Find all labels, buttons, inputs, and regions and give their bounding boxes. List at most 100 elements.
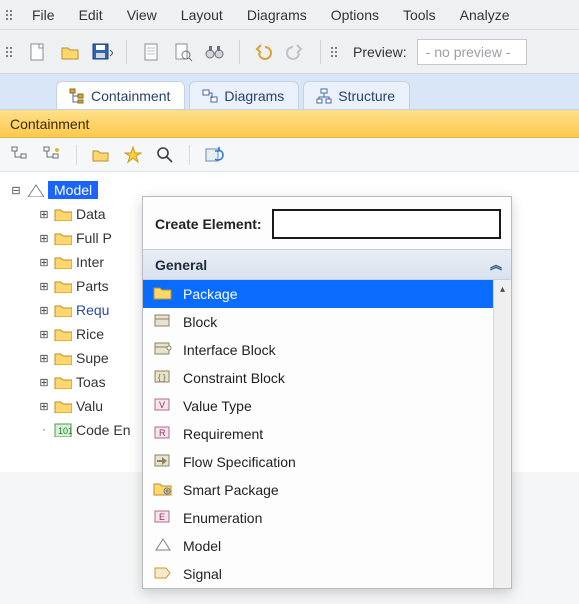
new-file-button[interactable]: [24, 38, 52, 66]
menu-tools[interactable]: Tools: [391, 3, 448, 27]
element-label: Flow Specification: [183, 454, 296, 470]
element-option-block[interactable]: Block: [143, 308, 493, 336]
spkg-icon: [153, 481, 173, 499]
tab-structure[interactable]: Structure: [303, 81, 410, 109]
model-icon: [153, 537, 173, 555]
expand-icon[interactable]: ⊞: [38, 208, 50, 221]
svg-text:101: 101: [58, 426, 72, 436]
tabs: Containment Diagrams Structure: [0, 74, 579, 110]
grip-icon: [331, 47, 337, 57]
tab-diagrams[interactable]: Diagrams: [189, 81, 299, 109]
svg-text:V: V: [159, 400, 165, 410]
code-icon: 101: [54, 423, 72, 437]
enum-icon: E: [153, 509, 173, 527]
element-option-cblock[interactable]: { } Constraint Block: [143, 364, 493, 392]
element-option-signal[interactable]: Signal: [143, 560, 493, 588]
panel-title: Containment: [0, 110, 579, 138]
model-icon: [26, 183, 44, 197]
tree-label: Code En: [76, 422, 130, 438]
filter-button[interactable]: [40, 143, 64, 167]
req-icon: R: [153, 425, 173, 443]
element-option-enum[interactable]: EEnumeration: [143, 504, 493, 532]
element-option-vtype[interactable]: VValue Type: [143, 392, 493, 420]
page-button[interactable]: [137, 38, 165, 66]
menu-file[interactable]: File: [20, 3, 67, 27]
svg-text:E: E: [159, 512, 165, 522]
element-option-flow[interactable]: Flow Specification: [143, 448, 493, 476]
tab-label: Diagrams: [224, 88, 284, 104]
create-element-popup: Create Element: General ︽ Package Block In…: [142, 196, 512, 589]
open-button[interactable]: [56, 38, 84, 66]
expand-icon[interactable]: ⊞: [38, 256, 50, 269]
separator: [320, 40, 321, 64]
collapse-all-button[interactable]: [8, 143, 32, 167]
folder-icon: [54, 207, 72, 221]
tab-label: Structure: [338, 88, 395, 104]
expand-icon[interactable]: ⊞: [38, 400, 50, 413]
preview-field[interactable]: - no preview -: [417, 39, 527, 65]
element-option-iblock[interactable]: Interface Block: [143, 336, 493, 364]
expand-icon[interactable]: ⊞: [38, 280, 50, 293]
tree-label: Parts: [76, 278, 109, 294]
refresh-button[interactable]: [202, 143, 226, 167]
structure-icon: [316, 88, 332, 104]
folder-icon: [54, 279, 72, 293]
favorite-button[interactable]: [121, 143, 145, 167]
save-button[interactable]: [88, 38, 116, 66]
expand-icon[interactable]: ⊞: [38, 328, 50, 341]
signal-icon: [153, 565, 173, 583]
search-button[interactable]: [153, 143, 177, 167]
open-folder-button[interactable]: [89, 143, 113, 167]
menu-analyze[interactable]: Analyze: [448, 3, 522, 27]
binoculars-button[interactable]: [201, 38, 229, 66]
category-header[interactable]: General ︽: [143, 249, 511, 280]
page-search-button[interactable]: [169, 38, 197, 66]
menu-options[interactable]: Options: [319, 3, 391, 27]
tree-label: Toas: [76, 374, 106, 390]
element-label: Constraint Block: [183, 370, 285, 386]
menu-edit[interactable]: Edit: [67, 3, 115, 27]
expand-icon[interactable]: ⊞: [38, 376, 50, 389]
element-label: Interface Block: [183, 342, 276, 358]
grip-icon: [6, 47, 12, 57]
element-option-spkg[interactable]: Smart Package: [143, 476, 493, 504]
element-option-req[interactable]: R Requirement: [143, 420, 493, 448]
diagram-icon: [202, 88, 218, 104]
separator: [126, 40, 127, 64]
element-option-package[interactable]: Package: [143, 280, 493, 308]
separator: [189, 145, 190, 165]
vtype-icon: V: [153, 397, 173, 415]
expand-icon[interactable]: ⊞: [38, 232, 50, 245]
tree-label: Data: [76, 206, 106, 222]
folder-icon: [54, 399, 72, 413]
create-element-input[interactable]: [272, 209, 501, 239]
menu-layout[interactable]: Layout: [169, 3, 235, 27]
folder-icon: [54, 231, 72, 245]
collapse-icon[interactable]: ⊟: [10, 184, 22, 197]
flow-icon: [153, 453, 173, 471]
element-label: Requirement: [183, 426, 263, 442]
grip-icon: [6, 10, 12, 20]
package-icon: [153, 285, 173, 303]
create-element-label: Create Element:: [155, 216, 262, 232]
scroll-up-icon[interactable]: ▴: [494, 280, 511, 298]
folder-icon: [54, 303, 72, 317]
element-label: Block: [183, 314, 217, 330]
tree-label: Model: [48, 181, 98, 199]
undo-button[interactable]: [250, 38, 278, 66]
scrollbar[interactable]: ▴: [493, 280, 511, 588]
menu-diagrams[interactable]: Diagrams: [235, 3, 319, 27]
element-label: Smart Package: [183, 482, 279, 498]
collapse-icon: ︽: [490, 256, 499, 273]
element-option-model[interactable]: Model: [143, 532, 493, 560]
tab-containment[interactable]: Containment: [56, 81, 185, 109]
expand-icon[interactable]: ⊞: [38, 304, 50, 317]
leaf-icon: ·: [38, 424, 50, 436]
element-list: Package Block Interface Block { } Constraint…: [143, 280, 493, 588]
tree-label: Full P: [76, 230, 112, 246]
menu-view[interactable]: View: [115, 3, 169, 27]
tree-label: Valu: [76, 398, 103, 414]
cblock-icon: { }: [153, 369, 173, 387]
expand-icon[interactable]: ⊞: [38, 352, 50, 365]
redo-button[interactable]: [282, 38, 310, 66]
